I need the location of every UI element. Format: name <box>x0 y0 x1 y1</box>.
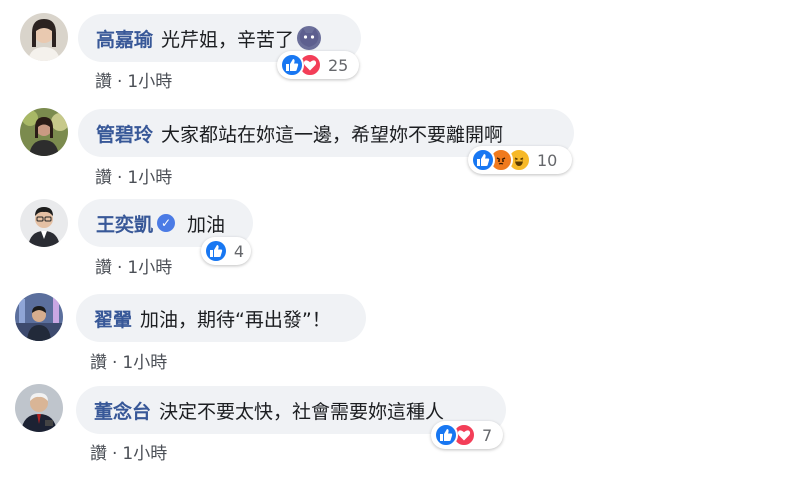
comment-actions: 讚 · 1小時 <box>95 67 172 92</box>
comment-actions: 讚 · 1小時 <box>95 163 172 188</box>
avatar[interactable] <box>15 384 63 432</box>
comment-item: 翟翬 加油，期待“再出發”！ 讚 · 1小時 <box>0 288 803 384</box>
reaction-summary[interactable]: 25 <box>277 51 359 79</box>
author-name[interactable]: 翟翬 <box>94 305 132 332</box>
separator-dot: · <box>112 353 118 373</box>
comment-item: 王奕凱 ✓ 加油 讚 · 1小時 4 <box>0 192 803 288</box>
reaction-count: 7 <box>482 425 493 445</box>
like-icon <box>280 53 304 77</box>
avatar[interactable] <box>20 199 68 247</box>
like-icon <box>471 148 495 172</box>
avatar[interactable] <box>15 293 63 341</box>
comment-actions: 讚 · 1小時 <box>90 348 167 373</box>
reaction-count: 25 <box>328 55 349 75</box>
timestamp[interactable]: 1小時 <box>122 444 167 464</box>
like-link[interactable]: 讚 <box>90 444 107 464</box>
like-link[interactable]: 讚 <box>95 168 112 188</box>
separator-dot: · <box>117 72 123 92</box>
purple-cat-emoji-icon <box>297 26 322 50</box>
comment-item: 董念台 決定不要太快，社會需要妳這種人 讚 · 1小時 7 <box>0 384 803 480</box>
comment-text: 加油 <box>187 213 226 236</box>
comment-item: 高嘉瑜 光芹姐，辛苦了 讚 · 1小時 25 <box>0 0 803 96</box>
avatar[interactable] <box>20 108 68 156</box>
separator-dot: · <box>117 258 123 278</box>
reaction-summary[interactable]: 7 <box>431 421 503 449</box>
reaction-summary[interactable]: 10 <box>468 146 572 174</box>
comment-bubble: 翟翬 加油，期待“再出發”！ <box>76 294 366 342</box>
comment-text: 大家都站在妳這一邊，希望妳不要離開啊 <box>161 123 504 146</box>
comment-text: 加油，期待“再出發”！ <box>140 308 331 331</box>
like-link[interactable]: 讚 <box>90 353 107 373</box>
avatar[interactable] <box>20 13 68 61</box>
comment-text: 光芹姐，辛苦了 <box>161 28 295 51</box>
verified-badge-icon: ✓ <box>157 214 176 232</box>
reaction-count: 10 <box>537 150 558 170</box>
timestamp[interactable]: 1小時 <box>127 258 172 278</box>
reaction-summary[interactable]: 4 <box>201 237 251 265</box>
like-link[interactable]: 讚 <box>95 72 112 92</box>
comment-text: 決定不要太快，社會需要妳這種人 <box>159 400 445 423</box>
like-icon <box>434 423 458 447</box>
timestamp[interactable]: 1小時 <box>127 72 172 92</box>
timestamp[interactable]: 1小時 <box>127 168 172 188</box>
author-name[interactable]: 管碧玲 <box>96 120 153 147</box>
separator-dot: · <box>112 444 118 464</box>
comment-item: 管碧玲 大家都站在妳這一邊，希望妳不要離開啊 讚 · 1小時 10 <box>0 96 803 192</box>
like-icon <box>204 239 228 263</box>
comment-actions: 讚 · 1小時 <box>90 439 167 464</box>
separator-dot: · <box>117 168 123 188</box>
author-name[interactable]: 王奕凱 <box>96 210 153 237</box>
comment-actions: 讚 · 1小時 <box>95 253 172 278</box>
author-name[interactable]: 董念台 <box>94 397 151 424</box>
like-link[interactable]: 讚 <box>95 258 112 278</box>
reaction-count: 4 <box>233 241 244 261</box>
timestamp[interactable]: 1小時 <box>122 353 167 373</box>
author-name[interactable]: 高嘉瑜 <box>96 25 153 52</box>
